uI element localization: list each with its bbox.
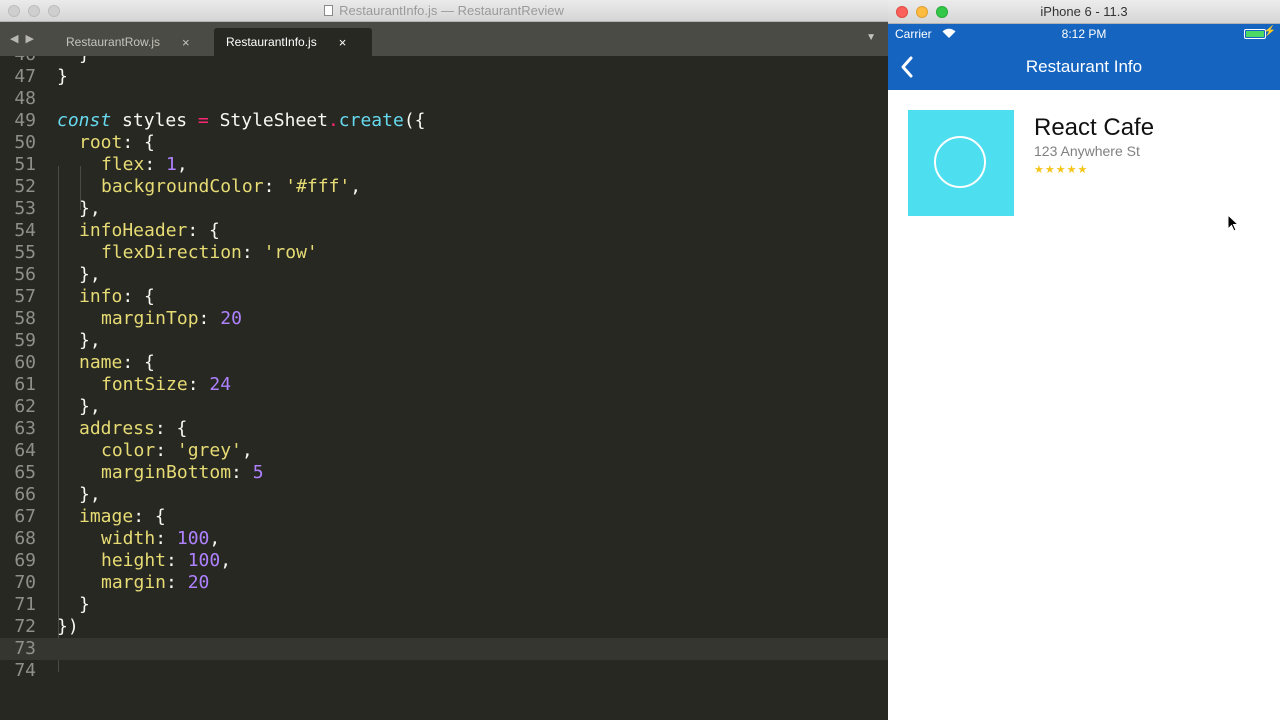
- window-controls: [8, 5, 60, 17]
- restaurant-info: React Cafe 123 Anywhere St ★★★★★: [1034, 114, 1154, 176]
- zoom-window-button[interactable]: [48, 5, 60, 17]
- tab-navigation-arrows[interactable]: ◀ ▶: [10, 32, 36, 45]
- code-line: 51 flex: 1,: [14, 154, 188, 175]
- code-editor-window: RestaurantInfo.js — RestaurantReview ◀ ▶…: [0, 0, 888, 720]
- code-line: 64 color: 'grey',: [14, 440, 253, 461]
- code-line: 52 backgroundColor: '#fff',: [14, 176, 362, 197]
- code-line: 69 height: 100,: [14, 550, 232, 571]
- code-line: 59},: [14, 330, 101, 351]
- code-line: 49 const styles = StyleSheet.create({: [14, 110, 426, 131]
- restaurant-info-screen: React Cafe 123 Anywhere St ★★★★★: [888, 90, 1280, 720]
- document-icon: [324, 5, 334, 16]
- code-line: 70 margin: 20: [14, 572, 210, 593]
- code-line: 48: [14, 88, 36, 109]
- code-line: 50 root: {: [14, 132, 155, 153]
- tab-label: RestaurantInfo.js: [226, 35, 317, 49]
- zoom-window-button[interactable]: [936, 6, 948, 18]
- close-tab-icon[interactable]: ×: [182, 35, 190, 50]
- minimize-window-button[interactable]: [916, 6, 928, 18]
- tab-label: RestaurantRow.js: [66, 35, 161, 49]
- ios-status-bar: Carrier 8:12 PM ⚡: [888, 24, 1280, 44]
- code-line: 66},: [14, 484, 101, 505]
- code-line: 65 marginBottom: 5: [14, 462, 264, 483]
- code-line: 61 fontSize: 24: [14, 374, 232, 395]
- close-tab-icon[interactable]: ×: [339, 35, 347, 50]
- navigation-bar: Restaurant Info: [888, 44, 1280, 90]
- current-code-line: 73: [0, 638, 888, 660]
- restaurant-image: [908, 110, 1014, 216]
- close-window-button[interactable]: [896, 6, 908, 18]
- tab-bar: ◀ ▶ RestaurantRow.js × RestaurantInfo.js…: [0, 22, 888, 56]
- code-line: 46}: [0, 56, 888, 66]
- code-line: 57 info: {: [14, 286, 155, 307]
- code-line: 68 width: 100,: [14, 528, 221, 549]
- code-line: 67 image: {: [14, 506, 166, 527]
- close-window-button[interactable]: [8, 5, 20, 17]
- code-line: 74: [14, 660, 36, 681]
- code-line: 62},: [14, 396, 101, 417]
- minimize-window-button[interactable]: [28, 5, 40, 17]
- code-line: 72}): [14, 616, 79, 637]
- code-line: 47}: [14, 66, 68, 87]
- code-line: 63 address: {: [14, 418, 188, 439]
- ios-simulator-window: iPhone 6 - 11.3 Carrier 8:12 PM ⚡ Restau…: [888, 0, 1280, 720]
- simulator-titlebar: iPhone 6 - 11.3: [888, 0, 1280, 24]
- editor-titlebar: RestaurantInfo.js — RestaurantReview: [0, 0, 888, 22]
- status-time: 8:12 PM: [1061, 27, 1107, 41]
- code-line: 71}: [14, 594, 90, 615]
- charging-icon: ⚡: [1263, 26, 1276, 37]
- code-area[interactable]: 46} 47} 48 49const styles = StyleSheet.c…: [0, 56, 888, 720]
- code-line: 56},: [14, 264, 101, 285]
- code-line: 55 flexDirection: 'row': [14, 242, 318, 263]
- tab-restaurantrow[interactable]: RestaurantRow.js ×: [54, 28, 204, 56]
- tab-restaurantinfo[interactable]: RestaurantInfo.js ×: [214, 28, 372, 56]
- code-line: 60 name: {: [14, 352, 155, 373]
- code-line: 53},: [14, 198, 101, 219]
- code-line: 54 infoHeader: {: [14, 220, 220, 241]
- mouse-pointer-icon: [1227, 214, 1239, 232]
- image-placeholder-icon: [934, 136, 986, 188]
- restaurant-name: React Cafe: [1034, 114, 1155, 141]
- star-rating-icon: ★★★★★: [1034, 164, 1089, 176]
- editor-window-title: RestaurantInfo.js — RestaurantReview: [339, 3, 564, 18]
- window-controls: [896, 6, 948, 18]
- restaurant-address: 123 Anywhere St: [1034, 143, 1140, 159]
- tab-dropdown-icon[interactable]: ▼: [866, 32, 876, 43]
- code-line: 58 marginTop: 20: [14, 308, 242, 329]
- simulator-title: iPhone 6 - 11.3: [1040, 4, 1128, 19]
- nav-title: Restaurant Info: [1025, 57, 1143, 76]
